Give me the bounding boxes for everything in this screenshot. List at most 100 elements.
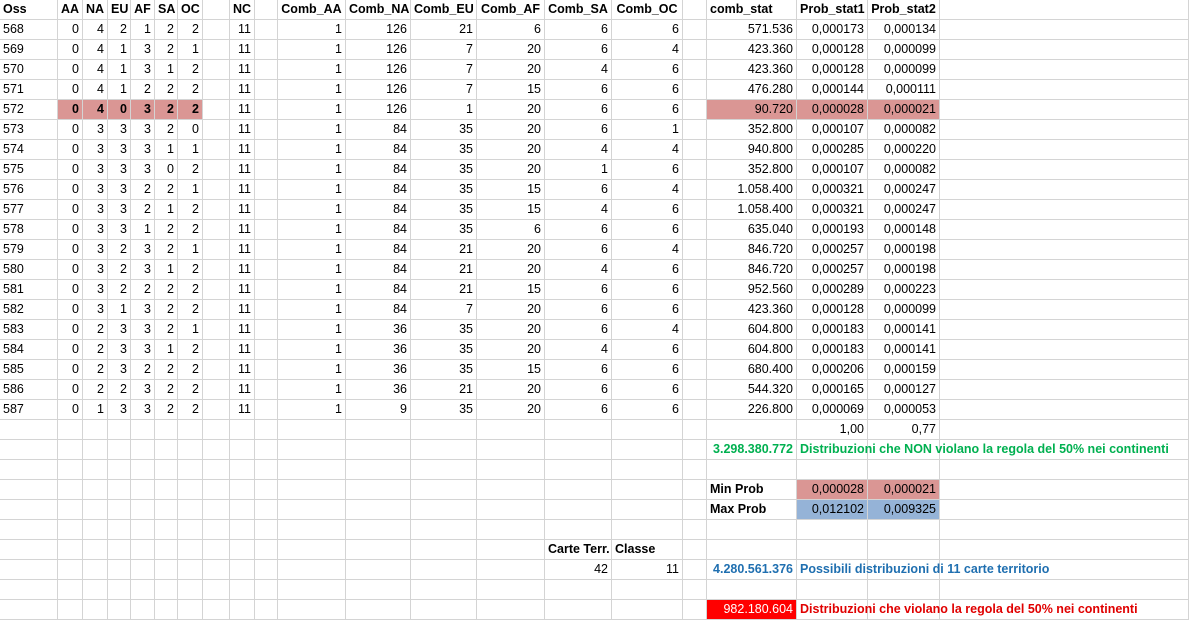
empty-cell[interactable] [255,100,278,120]
table-cell-p2[interactable]: 0,000141 [868,320,940,340]
table-cell-p2[interactable]: 0,000082 [868,120,940,140]
table-cell-comb_stat[interactable]: 604.800 [707,340,797,360]
table-cell-eu[interactable]: 3 [108,400,131,420]
empty-cell[interactable] [940,380,1189,400]
empty-cell[interactable] [155,520,178,540]
column-header[interactable]: Comb_NA [346,0,411,20]
min-prob-stat2[interactable]: 0,000021 [868,480,940,500]
table-cell-comb_eu[interactable]: 21 [411,20,477,40]
table-cell-comb_aa[interactable]: 1 [278,80,346,100]
table-cell-oss[interactable]: 583 [0,320,58,340]
column-header[interactable]: Comb_AA [278,0,346,20]
empty-cell[interactable] [230,480,255,500]
table-cell-comb_na[interactable]: 36 [346,320,411,340]
empty-cell[interactable] [797,520,868,540]
table-cell-comb_eu[interactable]: 35 [411,200,477,220]
table-cell-af[interactable]: 3 [131,240,155,260]
table-cell-comb_af[interactable]: 20 [477,260,545,280]
table-cell-comb_stat[interactable]: 635.040 [707,220,797,240]
empty-cell[interactable] [346,600,411,620]
empty-cell[interactable] [58,420,83,440]
empty-cell[interactable] [203,240,230,260]
table-cell-oc[interactable]: 2 [178,380,203,400]
table-cell-sa[interactable]: 2 [155,220,178,240]
empty-cell[interactable] [108,580,131,600]
table-cell-comb_sa[interactable]: 6 [545,400,612,420]
empty-cell[interactable] [83,520,108,540]
empty-cell[interactable] [683,400,707,420]
table-cell-af[interactable]: 2 [131,280,155,300]
empty-cell[interactable] [411,440,477,460]
column-header[interactable]: NA [83,0,108,20]
table-cell-comb_af[interactable]: 20 [477,100,545,120]
empty-cell[interactable] [545,420,612,440]
table-cell-comb_eu[interactable]: 21 [411,240,477,260]
empty-cell[interactable] [108,600,131,620]
empty-cell[interactable] [155,420,178,440]
table-cell-nc[interactable]: 11 [230,140,255,160]
table-cell-comb_af[interactable]: 20 [477,140,545,160]
column-header[interactable]: EU [108,0,131,20]
table-cell-comb_stat[interactable]: 423.360 [707,40,797,60]
empty-cell[interactable] [683,120,707,140]
empty-cell[interactable] [203,420,230,440]
empty-cell[interactable] [203,180,230,200]
empty-cell[interactable] [683,460,707,480]
table-cell-comb_na[interactable]: 84 [346,220,411,240]
empty-cell[interactable] [203,260,230,280]
table-cell-nc[interactable]: 11 [230,280,255,300]
empty-cell[interactable] [346,480,411,500]
empty-cell[interactable] [545,600,612,620]
table-cell-nc[interactable]: 11 [230,340,255,360]
table-cell-sa[interactable]: 2 [155,120,178,140]
table-cell-sa[interactable]: 2 [155,240,178,260]
empty-cell[interactable] [155,460,178,480]
table-cell-af[interactable]: 2 [131,200,155,220]
table-cell-comb_na[interactable]: 126 [346,60,411,80]
violating-value[interactable]: 982.180.604 [707,600,797,620]
table-cell-aa[interactable]: 0 [58,200,83,220]
column-header[interactable]: NC [230,0,255,20]
empty-cell[interactable] [683,560,707,580]
empty-cell[interactable] [255,360,278,380]
empty-cell[interactable] [477,460,545,480]
empty-cell[interactable] [230,580,255,600]
table-cell-oc[interactable]: 2 [178,340,203,360]
table-cell-comb_af[interactable]: 15 [477,200,545,220]
table-cell-oc[interactable]: 2 [178,20,203,40]
empty-cell[interactable] [108,460,131,480]
spreadsheet-grid[interactable]: Oss AA NA EU AF SA OC NC Comb_AA Comb_NA Comb_EU Co… [0,0,1189,620]
table-cell-comb_oc[interactable]: 6 [612,60,683,80]
possible-distributions-value[interactable]: 4.280.561.376 [707,560,797,580]
empty-cell[interactable] [0,560,58,580]
empty-cell[interactable] [155,480,178,500]
empty-cell[interactable] [178,580,203,600]
empty-cell[interactable] [131,440,155,460]
empty-cell[interactable] [255,400,278,420]
empty-cell[interactable] [131,600,155,620]
table-cell-p1[interactable]: 0,000165 [797,380,868,400]
table-cell-p2[interactable]: 0,000148 [868,220,940,240]
empty-cell[interactable] [230,500,255,520]
table-cell-sa[interactable]: 1 [155,60,178,80]
table-cell-p1[interactable]: 0,000107 [797,160,868,180]
empty-cell[interactable] [612,420,683,440]
empty-cell[interactable] [346,520,411,540]
table-cell-eu[interactable]: 1 [108,40,131,60]
empty-cell[interactable] [83,600,108,620]
empty-cell[interactable] [940,300,1189,320]
empty-cell[interactable] [58,580,83,600]
table-cell-comb_sa[interactable]: 4 [545,60,612,80]
table-cell-comb_eu[interactable]: 35 [411,140,477,160]
empty-cell[interactable] [58,540,83,560]
empty-cell[interactable] [940,540,1189,560]
column-header[interactable]: Comb_EU [411,0,477,20]
table-cell-comb_oc[interactable]: 6 [612,380,683,400]
empty-cell[interactable] [683,580,707,600]
empty-cell[interactable] [255,160,278,180]
empty-cell[interactable] [178,560,203,580]
table-cell-p1[interactable]: 0,000128 [797,300,868,320]
empty-cell[interactable] [346,460,411,480]
table-cell-comb_af[interactable]: 20 [477,60,545,80]
table-cell-aa[interactable]: 0 [58,300,83,320]
